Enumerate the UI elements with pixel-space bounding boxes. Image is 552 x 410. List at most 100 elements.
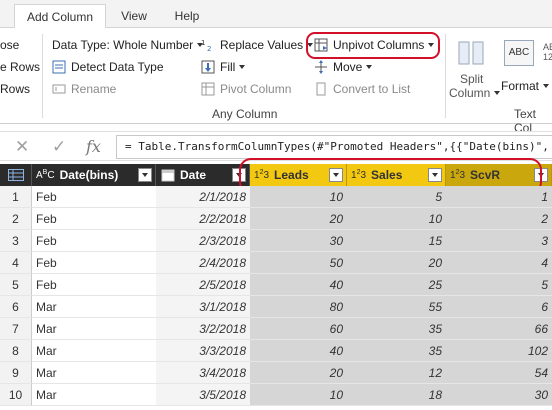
row-number[interactable]: 8 [0,340,32,362]
cell-sales[interactable]: 10 [347,208,446,230]
table-menu-icon[interactable] [0,164,32,186]
cell-scvr[interactable]: 54 [446,362,552,384]
table-row[interactable]: 10 Mar 3/5/2018 10 18 30 [0,384,552,406]
table-row[interactable]: 3 Feb 2/3/2018 30 15 3 [0,230,552,252]
formula-input[interactable]: = Table.TransformColumnTypes(#"Promoted … [116,135,552,159]
cell-leads[interactable]: 60 [250,318,347,340]
remove-columns-partial[interactable]: ose [0,38,19,52]
cell-date-bins[interactable]: Mar [32,384,156,406]
convert-to-list-button[interactable]: Convert to List [314,82,410,96]
table-row[interactable]: 8 Mar 3/3/2018 40 35 102 [0,340,552,362]
convert-to-list-label: Convert to List [333,82,411,96]
table-row[interactable]: 1 Feb 2/1/2018 10 5 1 [0,186,552,208]
column-header-date-bins[interactable]: ABC Date(bins) [32,164,156,186]
cell-date[interactable]: 2/3/2018 [156,230,250,252]
cell-sales[interactable]: 5 [347,186,446,208]
cell-scvr[interactable]: 30 [446,384,552,406]
cell-date-bins[interactable]: Mar [32,318,156,340]
row-number[interactable]: 10 [0,384,32,406]
row-number[interactable]: 1 [0,186,32,208]
table-row[interactable]: 7 Mar 3/2/2018 60 35 66 [0,318,552,340]
cell-date[interactable]: 2/5/2018 [156,274,250,296]
cell-leads[interactable]: 20 [250,362,347,384]
cell-scvr[interactable]: 4 [446,252,552,274]
cell-leads[interactable]: 80 [250,296,347,318]
cell-scvr[interactable]: 5 [446,274,552,296]
cell-scvr[interactable]: 66 [446,318,552,340]
data-type-dropdown[interactable]: Data Type: Whole Number [52,38,204,52]
cell-date-bins[interactable]: Feb [32,186,156,208]
accept-icon[interactable]: ✓ [52,137,66,157]
cell-date-bins[interactable]: Mar [32,362,156,384]
format-label-text: Format [501,79,540,93]
format-button[interactable]: ABC Format [498,38,550,102]
row-number[interactable]: 9 [0,362,32,384]
cell-leads[interactable]: 30 [250,230,347,252]
tab-view[interactable]: View [113,4,155,28]
cell-date[interactable]: 3/4/2018 [156,362,250,384]
fill-button[interactable]: Fill [201,60,246,74]
cell-leads[interactable]: 40 [250,274,347,296]
cell-date[interactable]: 3/2/2018 [156,318,250,340]
cell-leads[interactable]: 10 [250,384,347,406]
cell-scvr[interactable]: 6 [446,296,552,318]
move-button[interactable]: Move [314,60,373,74]
cell-sales[interactable]: 35 [347,340,446,362]
tab-help[interactable]: Help [165,4,209,28]
cell-date[interactable]: 2/1/2018 [156,186,250,208]
cell-scvr[interactable]: 3 [446,230,552,252]
cell-sales[interactable]: 20 [347,252,446,274]
cell-sales[interactable]: 25 [347,274,446,296]
cell-date-bins[interactable]: Mar [32,340,156,362]
cell-sales[interactable]: 18 [347,384,446,406]
rows-partial[interactable]: Rows [0,82,30,96]
row-number[interactable]: 3 [0,230,32,252]
cell-leads[interactable]: 20 [250,208,347,230]
split-column-button[interactable]: Split Column [448,38,501,102]
cell-date[interactable]: 3/3/2018 [156,340,250,362]
cell-scvr[interactable]: 2 [446,208,552,230]
cell-leads[interactable]: 10 [250,186,347,208]
table-row[interactable]: 5 Feb 2/5/2018 40 25 5 [0,274,552,296]
row-number[interactable]: 6 [0,296,32,318]
detect-data-type-button[interactable]: Detect Data Type [52,60,164,74]
cell-date-bins[interactable]: Feb [32,208,156,230]
table-row[interactable]: 9 Mar 3/4/2018 20 12 54 [0,362,552,384]
cell-date[interactable]: 2/4/2018 [156,252,250,274]
cell-leads[interactable]: 40 [250,340,347,362]
rename-button[interactable]: Rename [52,82,116,96]
tab-add-column[interactable]: Add Column [14,4,106,28]
fx-icon[interactable]: fx [86,137,101,156]
cell-date-bins[interactable]: Feb [32,230,156,252]
row-number[interactable]: 7 [0,318,32,340]
cell-sales[interactable]: 55 [347,296,446,318]
extract-partial-icon[interactable]: ABC 12 [543,42,552,62]
pivot-column-button[interactable]: Pivot Column [201,82,291,96]
table-row[interactable]: 2 Feb 2/2/2018 20 10 2 [0,208,552,230]
cell-leads[interactable]: 50 [250,252,347,274]
row-number[interactable]: 5 [0,274,32,296]
cell-scvr[interactable]: 1 [446,186,552,208]
cell-scvr[interactable]: 102 [446,340,552,362]
cell-date-bins[interactable]: Feb [32,274,156,296]
column-filter-dropdown-icon[interactable] [138,168,152,182]
column-header-date[interactable]: Date [156,164,250,186]
rename-label: Rename [71,82,117,96]
column-header-label: Date [180,168,207,182]
remove-rows-partial[interactable]: e Rows [0,60,40,74]
cell-date-bins[interactable]: Mar [32,296,156,318]
cell-date[interactable]: 3/1/2018 [156,296,250,318]
row-number[interactable]: 2 [0,208,32,230]
cancel-icon[interactable]: ✕ [15,137,29,157]
table-row[interactable]: 4 Feb 2/4/2018 50 20 4 [0,252,552,274]
pivot-column-label: Pivot Column [220,82,292,96]
cell-date[interactable]: 3/5/2018 [156,384,250,406]
row-number[interactable]: 4 [0,252,32,274]
table-row[interactable]: 6 Mar 3/1/2018 80 55 6 [0,296,552,318]
cell-sales[interactable]: 12 [347,362,446,384]
cell-sales[interactable]: 35 [347,318,446,340]
cell-sales[interactable]: 15 [347,230,446,252]
cell-date[interactable]: 2/2/2018 [156,208,250,230]
cell-date-bins[interactable]: Feb [32,252,156,274]
replace-values-button[interactable]: 12 Replace Values [201,38,314,53]
